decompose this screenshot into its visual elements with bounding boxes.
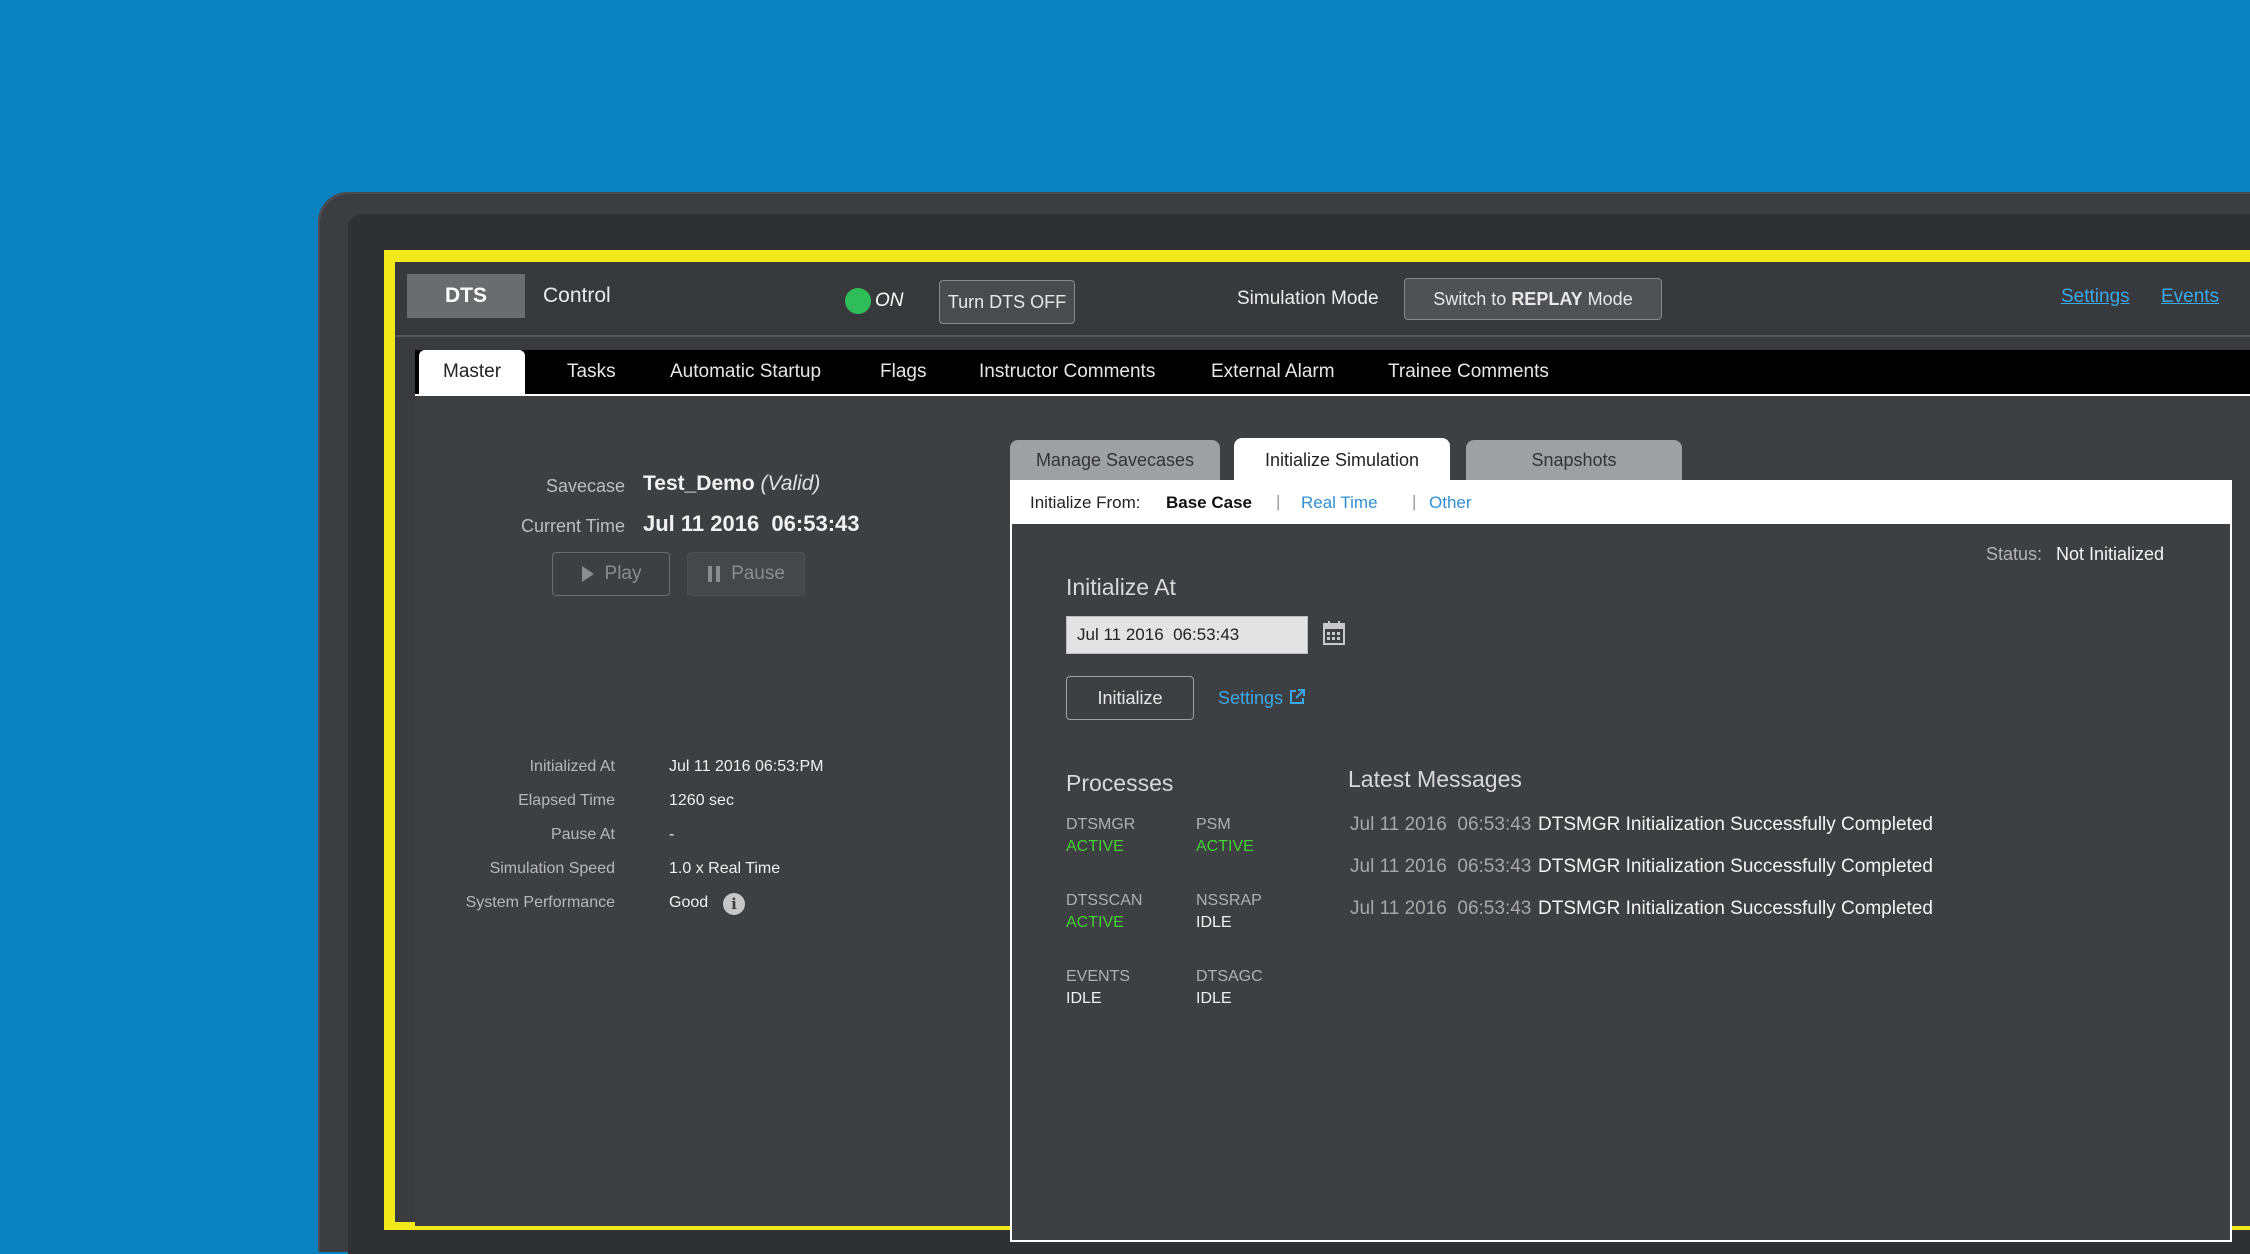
tab-tasks[interactable]: Tasks	[567, 350, 616, 394]
process-name: DTSMGR	[1066, 816, 1136, 833]
current-time-label: Current Time	[520, 516, 625, 536]
separator: |	[1276, 492, 1281, 511]
tab-trainee-comments[interactable]: Trainee Comments	[1388, 350, 1549, 394]
process-name: EVENTS	[1066, 968, 1131, 985]
process-name: NSSRAP	[1196, 892, 1262, 909]
switch-suffix: Mode	[1587, 288, 1633, 309]
status-value: Not Initialized	[2056, 544, 2165, 564]
process-status: ACTIVE	[1066, 914, 1124, 931]
tab-automatic-startup[interactable]: Automatic Startup	[670, 350, 821, 394]
play-button[interactable]: Play	[552, 552, 670, 596]
tab-manage-savecases[interactable]: Manage Savecases	[1010, 440, 1220, 480]
settings-link[interactable]: Settings	[2061, 286, 2130, 308]
init-settings-link[interactable]: Settings	[1218, 688, 1306, 709]
option-base-case[interactable]: Base Case	[1166, 493, 1252, 513]
turn-dts-off-button[interactable]: Turn DTS OFF	[939, 280, 1075, 324]
play-label: Play	[604, 563, 642, 584]
pause-label: Pause	[731, 563, 785, 584]
events-link[interactable]: Events	[2161, 286, 2219, 308]
tab-snapshots[interactable]: Snapshots	[1466, 440, 1682, 480]
power-status-label: ON	[875, 290, 904, 311]
app-screen: DTS Control ON Turn DTS OFF Simulation M…	[395, 262, 2250, 1242]
simulation-speed-label: Simulation Speed	[489, 860, 615, 877]
savecase-name: Test_Demo	[643, 472, 755, 495]
initialized-at-value: Jul 11 2016 06:53:PM	[669, 758, 824, 775]
option-other[interactable]: Other	[1429, 493, 1472, 513]
external-link-icon	[1290, 689, 1306, 704]
play-icon	[581, 566, 594, 582]
message-text: DTSMGR Initialization Successfully Compl…	[1538, 898, 1933, 919]
process-status: ACTIVE	[1066, 838, 1124, 855]
tab-instructor-comments[interactable]: Instructor Comments	[979, 350, 1155, 394]
process-status: IDLE	[1196, 914, 1232, 931]
tab-external-alarm[interactable]: External Alarm	[1211, 350, 1335, 394]
tab-flags[interactable]: Flags	[880, 350, 926, 394]
current-time-value: Jul 11 2016 06:53:43	[643, 511, 860, 536]
simulation-speed-value: 1.0 x Real Time	[669, 860, 781, 877]
system-performance-label: System Performance	[465, 894, 615, 911]
message-text: DTSMGR Initialization Successfully Compl…	[1538, 814, 1933, 835]
message-time: Jul 11 2016 06:53:43	[1350, 856, 1532, 877]
status-label: Status:	[1986, 544, 2043, 564]
app-title: Control	[543, 284, 611, 307]
initialize-from-bar: Initialize From: Base Case | Real Time |…	[1012, 480, 2230, 524]
message-time: Jul 11 2016 06:53:43	[1350, 814, 1532, 835]
savecase-value: Test_Demo (Valid)	[643, 472, 820, 496]
switch-replay-mode-button[interactable]: Switch to REPLAY Mode	[1404, 278, 1662, 320]
top-bar: DTS Control ON Turn DTS OFF Simulation M…	[395, 262, 2250, 337]
message-text: DTSMGR Initialization Successfully Compl…	[1538, 856, 1933, 877]
elapsed-time-label: Elapsed Time	[518, 792, 615, 809]
elapsed-time-value: 1260 sec	[669, 792, 734, 809]
simulation-mode-label: Simulation Mode	[1237, 288, 1379, 309]
process-name: PSM	[1196, 816, 1231, 833]
pause-at-value: -	[669, 826, 675, 843]
pause-icon	[708, 566, 721, 582]
info-icon[interactable]: i	[723, 893, 745, 915]
switch-mode-name: REPLAY	[1511, 288, 1583, 309]
init-settings-label: Settings	[1218, 688, 1284, 708]
message-time: Jul 11 2016 06:53:43	[1350, 898, 1532, 919]
process-name: DTSSCAN	[1066, 892, 1143, 909]
initialized-at-label: Initialized At	[529, 758, 615, 775]
process-status: IDLE	[1066, 990, 1102, 1007]
main-tab-bar: Master Tasks Automatic Startup Flags Ins…	[415, 350, 2250, 396]
latest-messages-title: Latest Messages	[1348, 766, 1522, 792]
pause-button[interactable]: Pause	[687, 552, 805, 596]
tab-initialize-simulation[interactable]: Initialize Simulation	[1234, 438, 1450, 482]
processes-title: Processes	[1066, 770, 1174, 796]
initialize-date-input[interactable]	[1066, 616, 1308, 654]
system-performance-value: Good	[669, 894, 709, 911]
master-content: Savecase Test_Demo (Valid) Current Time …	[415, 396, 2250, 1242]
power-status-icon	[845, 288, 871, 314]
process-name: DTSAGC	[1196, 968, 1263, 985]
pause-at-label: Pause At	[550, 826, 615, 843]
process-status: ACTIVE	[1196, 838, 1254, 855]
calendar-icon[interactable]	[1322, 620, 1346, 646]
option-real-time[interactable]: Real Time	[1301, 493, 1378, 513]
switch-prefix: Switch to	[1433, 288, 1507, 309]
initialize-simulation-panel: Initialize From: Base Case | Real Time |…	[1010, 480, 2232, 1242]
process-status: IDLE	[1196, 990, 1232, 1007]
savecase-label: Savecase	[545, 476, 625, 496]
initialize-at-title: Initialize At	[1066, 574, 1176, 600]
initialize-button[interactable]: Initialize	[1066, 676, 1194, 720]
dts-badge: DTS	[407, 274, 525, 318]
tab-master[interactable]: Master	[419, 350, 526, 394]
savecase-valid: (Valid)	[760, 472, 821, 495]
initialize-from-label: Initialize From:	[1030, 493, 1141, 512]
separator: |	[1412, 492, 1417, 511]
